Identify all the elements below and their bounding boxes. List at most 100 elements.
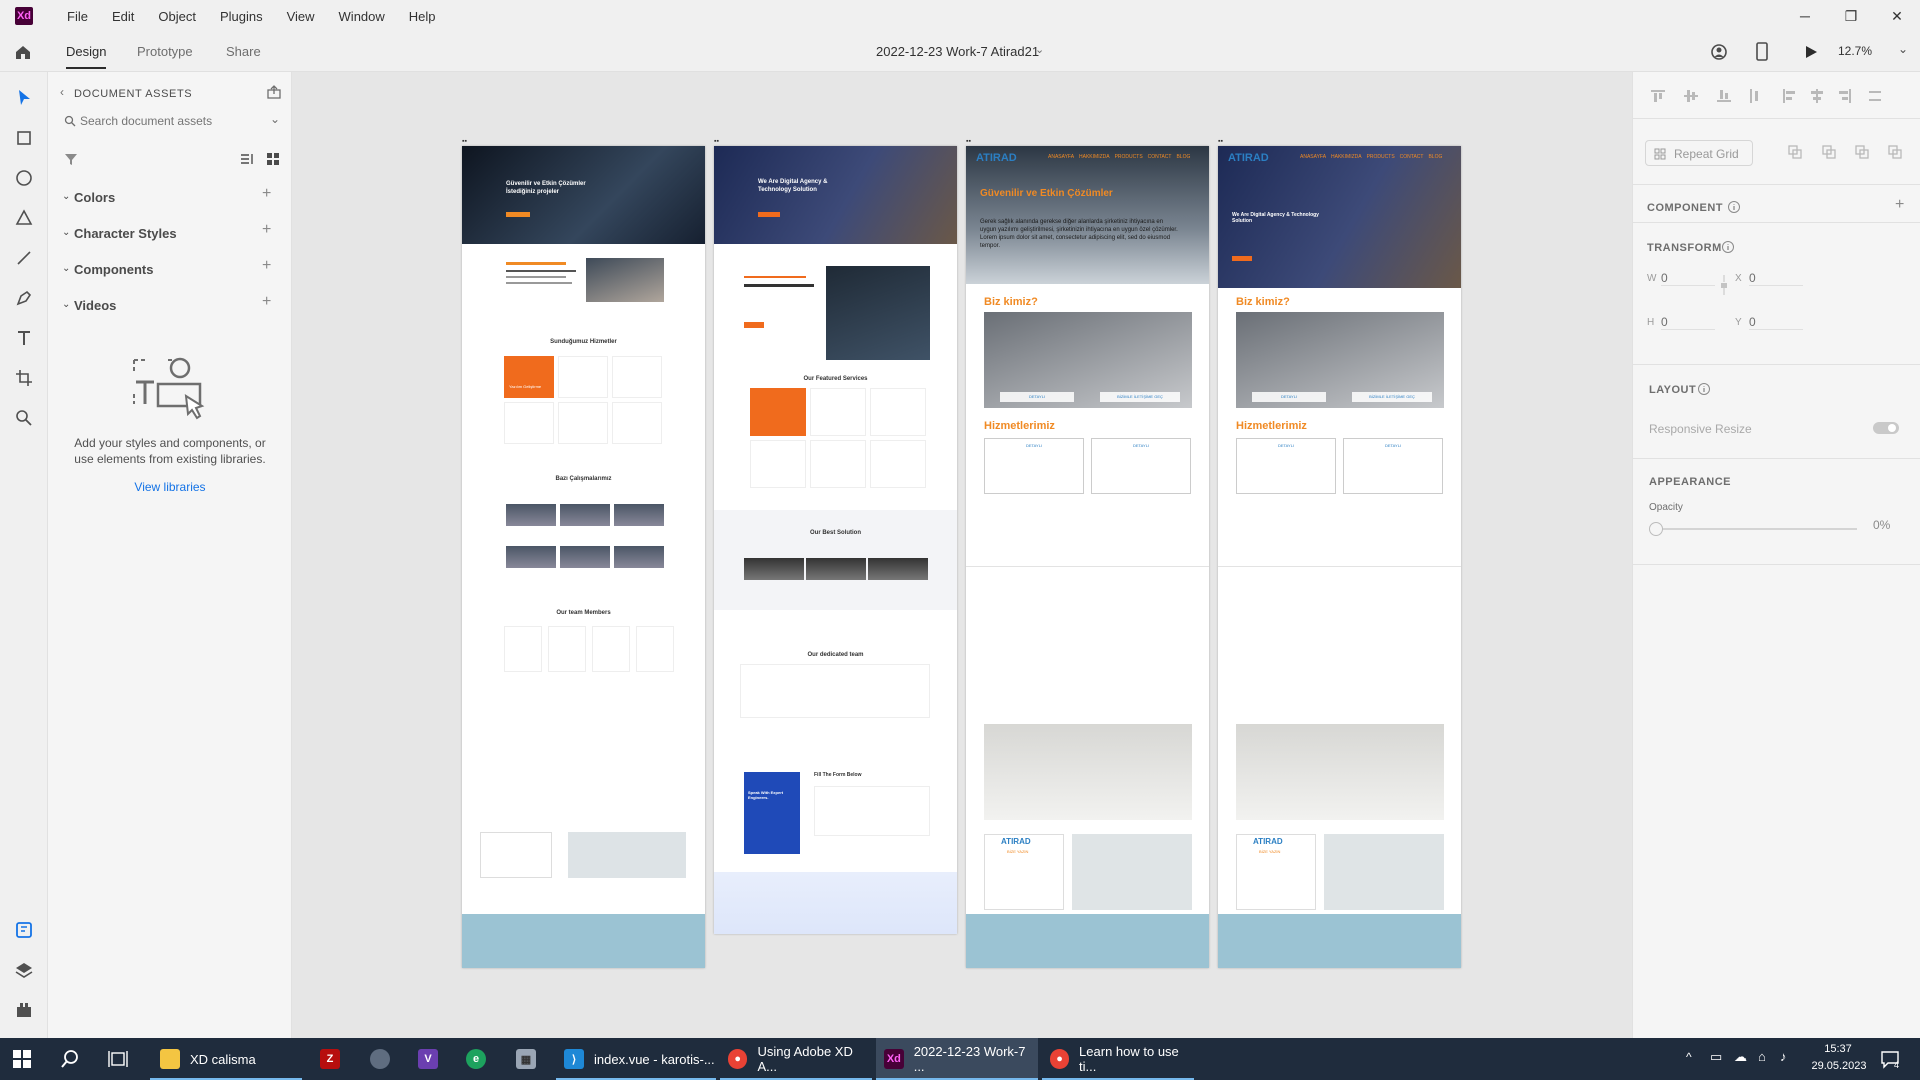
service-card[interactable]	[870, 440, 926, 488]
menu-window[interactable]: Window	[327, 9, 397, 24]
nav-item[interactable]: PRODUCTS	[1115, 154, 1143, 160]
menu-view[interactable]: View	[275, 9, 327, 24]
responsive-resize-toggle[interactable]	[1873, 422, 1899, 434]
task-view-icon[interactable]	[108, 1050, 128, 1068]
tab-share[interactable]: Share	[226, 44, 261, 59]
chevron-down-icon[interactable]: ⌄	[1035, 43, 1044, 56]
close-button[interactable]: ✕	[1874, 0, 1920, 32]
hero-button[interactable]	[506, 212, 530, 217]
add-video-button[interactable]: +	[262, 293, 271, 311]
rectangle-tool-icon[interactable]	[12, 126, 36, 150]
layers-panel-icon[interactable]	[12, 958, 36, 982]
clock-date[interactable]: 29.05.2023	[1810, 1060, 1868, 1072]
opacity-slider-track[interactable]	[1657, 528, 1857, 530]
menu-file[interactable]: File	[55, 9, 100, 24]
components-section[interactable]: Components	[74, 262, 153, 277]
grid-view-icon[interactable]	[266, 152, 280, 166]
user-icon[interactable]	[1710, 43, 1728, 61]
contact-form[interactable]	[814, 786, 930, 836]
service-card-active[interactable]	[750, 388, 806, 436]
y-input[interactable]: 0	[1749, 315, 1803, 330]
width-input[interactable]: 0	[1661, 271, 1715, 286]
character-styles-section[interactable]: Character Styles	[74, 226, 177, 241]
videos-section[interactable]: Videos	[74, 298, 116, 313]
search-chevron-icon[interactable]: ⌄	[270, 112, 280, 126]
menu-object[interactable]: Object	[146, 9, 208, 24]
align-tools-icon[interactable]	[1651, 88, 1881, 104]
zoom-chevron-icon[interactable]: ⌄	[1898, 42, 1908, 56]
artboard-tool-icon[interactable]	[12, 366, 36, 390]
contact-button[interactable]: BİZİMLE İLETİŞİME GEÇ	[1352, 392, 1432, 402]
detail-button[interactable]: DETAYLI	[1000, 392, 1074, 402]
nav-item[interactable]: CONTACT	[1148, 154, 1172, 160]
nav-item[interactable]: ANASAYFA	[1048, 154, 1074, 160]
menu-help[interactable]: Help	[397, 9, 448, 24]
taskbar-adobe-xd[interactable]: Xd 2022-12-23 Work-7 ...	[876, 1038, 1038, 1080]
repeat-grid-button[interactable]: Repeat Grid	[1645, 140, 1753, 166]
service-box[interactable]: DETAYLI	[1236, 438, 1336, 494]
service-card[interactable]	[612, 402, 662, 444]
taskbar-file-explorer[interactable]: XD calisma	[150, 1038, 302, 1080]
volume-icon[interactable]: ♪	[1780, 1049, 1787, 1064]
service-box[interactable]: DETAYLI	[984, 438, 1084, 494]
info-icon[interactable]	[1697, 382, 1711, 396]
network-icon[interactable]: ⌂	[1758, 1049, 1766, 1064]
tray-device-icon[interactable]: ▭	[1710, 1049, 1722, 1065]
artboard-3[interactable]: ATIRAD ANASAYFA HAKKIMIZDA PRODUCTS CONT…	[966, 146, 1209, 968]
export-icon[interactable]	[266, 84, 282, 100]
list-view-icon[interactable]	[240, 152, 254, 166]
add-color-button[interactable]: +	[262, 185, 271, 203]
info-icon[interactable]	[1727, 200, 1741, 214]
view-libraries-link[interactable]: View libraries	[48, 480, 292, 494]
filezilla-icon[interactable]: Z	[320, 1049, 340, 1069]
service-box[interactable]: DETAYLI	[1343, 438, 1443, 494]
hero-button[interactable]	[758, 212, 780, 217]
info-icon[interactable]	[1721, 240, 1735, 254]
service-card[interactable]	[612, 356, 662, 398]
boolean-ops-icon[interactable]	[1787, 144, 1907, 160]
about-button[interactable]	[744, 322, 764, 328]
videos-chevron-icon[interactable]: ⌄	[62, 299, 70, 310]
artboard-4[interactable]: ATIRAD ANASAYFA HAKKIMIZDA PRODUCTS CONT…	[1218, 146, 1461, 968]
windows-start-icon[interactable]	[13, 1050, 31, 1068]
cta-card[interactable]: Speak With Expert Engineers.	[744, 772, 800, 854]
x-input[interactable]: 0	[1749, 271, 1803, 286]
add-component-plus-icon[interactable]: +	[1895, 196, 1904, 214]
nav-item[interactable]: ANASAYFA	[1300, 154, 1326, 160]
menu-edit[interactable]: Edit	[100, 9, 146, 24]
device-preview-icon[interactable]	[1755, 42, 1769, 62]
select-tool-icon[interactable]	[12, 86, 36, 110]
search-assets-input[interactable]	[80, 110, 250, 132]
colors-section[interactable]: Colors	[74, 190, 115, 205]
visual-studio-icon[interactable]: V	[418, 1049, 438, 1069]
calculator-icon[interactable]: ▦	[516, 1049, 536, 1069]
nav-item[interactable]: CONTACT	[1400, 154, 1424, 160]
maximize-button[interactable]: ❐	[1828, 0, 1874, 32]
edge-icon[interactable]: e	[466, 1049, 486, 1069]
search-icon[interactable]	[60, 1049, 80, 1069]
home-icon[interactable]	[14, 43, 32, 61]
opacity-slider-thumb[interactable]	[1649, 522, 1663, 536]
nav-item[interactable]: HAKKIMIZDA	[1331, 154, 1362, 160]
plugins-panel-icon[interactable]	[12, 998, 36, 1022]
zoom-tool-icon[interactable]	[12, 406, 36, 430]
height-input[interactable]: 0	[1661, 315, 1715, 330]
contact-button[interactable]: BİZİMLE İLETİŞİME GEÇ	[1100, 392, 1180, 402]
hero-button[interactable]	[1232, 256, 1252, 261]
nav-item[interactable]: PRODUCTS	[1367, 154, 1395, 160]
artboard-1[interactable]: Güvenilir ve Etkin Çözümler İstediğiniz …	[462, 146, 705, 968]
colors-chevron-icon[interactable]: ⌄	[62, 191, 70, 202]
nav-item[interactable]: BLOG	[1176, 154, 1190, 160]
nav-item[interactable]: HAKKIMIZDA	[1079, 154, 1110, 160]
onedrive-icon[interactable]: ☁	[1734, 1049, 1747, 1065]
service-card[interactable]	[504, 402, 554, 444]
taskbar-chrome-1[interactable]: ● Using Adobe XD A...	[720, 1038, 872, 1080]
service-card[interactable]	[558, 402, 608, 444]
service-card[interactable]	[558, 356, 608, 398]
add-component-button[interactable]: +	[262, 257, 271, 275]
tab-design[interactable]: Design	[66, 44, 107, 69]
components-chevron-icon[interactable]: ⌄	[62, 263, 70, 274]
taskbar-vscode[interactable]: ⟩ index.vue - karotis-...	[556, 1038, 716, 1080]
polygon-tool-icon[interactable]	[12, 206, 36, 230]
assets-panel-icon[interactable]	[12, 918, 36, 942]
